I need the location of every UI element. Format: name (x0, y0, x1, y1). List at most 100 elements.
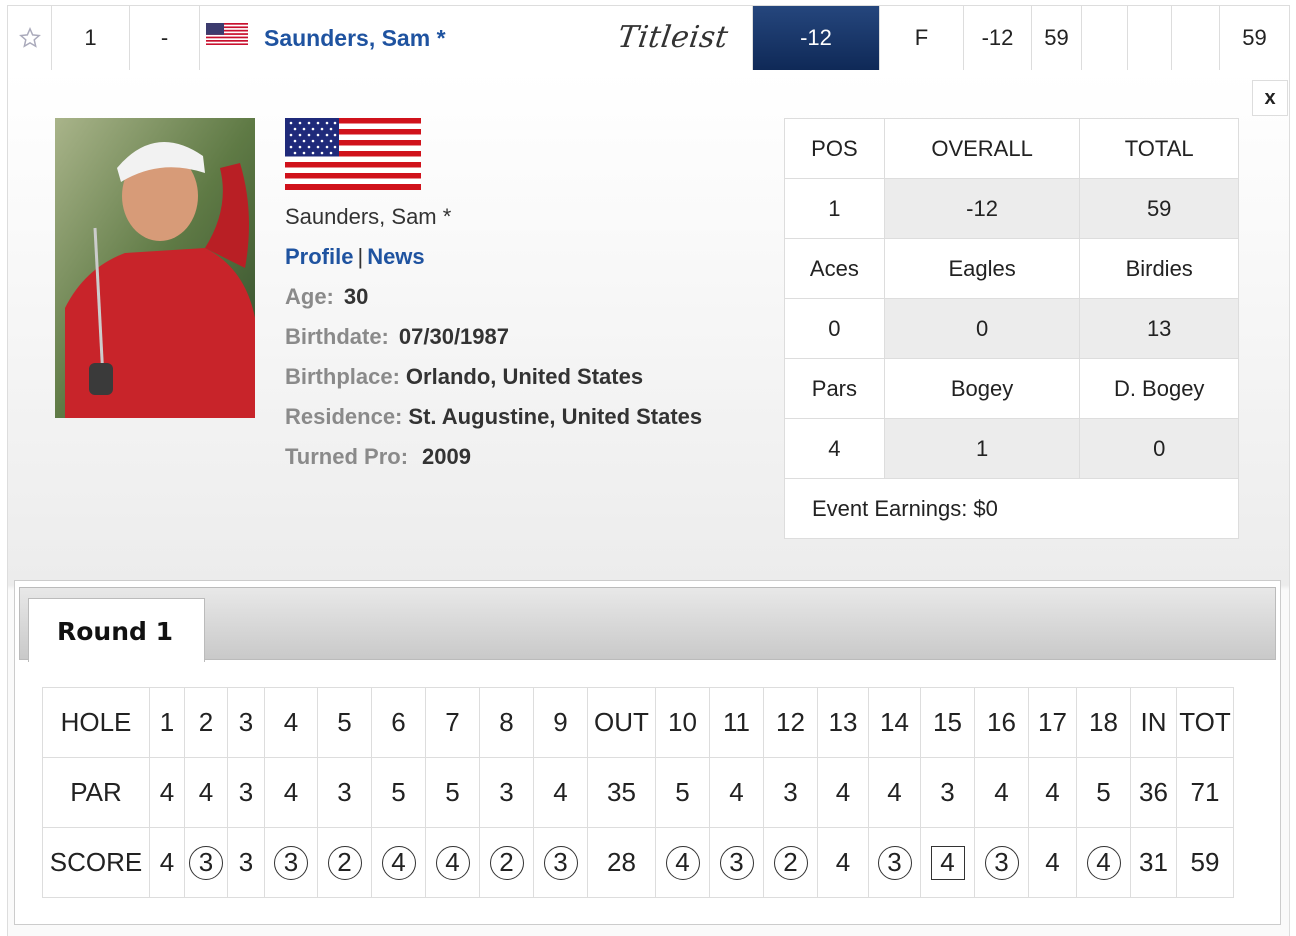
link-separator: | (357, 244, 364, 269)
score-value: 31 (1139, 847, 1168, 877)
leaderboard-row[interactable]: 1 - Saunders, Sam * Titleist -12 F -12 5… (7, 5, 1290, 71)
hole-number-cell: 14 (868, 687, 921, 758)
stat-value: 13 (1079, 298, 1239, 359)
par-cell: 4 (817, 757, 869, 828)
star-outline-icon[interactable] (18, 27, 41, 49)
score-value: 4 (835, 847, 851, 877)
tab-round-1[interactable]: Round 1 (28, 598, 205, 662)
hole-number-cell: 5 (317, 687, 372, 758)
score-value: 4 (159, 847, 175, 877)
scorecard-box: Round 1 HOLE 1 2 3 4 5 6 7 8 9 OUT 10 11 12 13 14 15 16 17… (14, 580, 1281, 925)
score-cell: 2 (479, 827, 534, 898)
sponsor-logo: Titleist (615, 20, 731, 55)
stat-header: POS (784, 118, 885, 179)
position: 1 (52, 6, 130, 70)
us-flag-icon (206, 23, 248, 45)
bio-value: St. Augustine, United States (408, 404, 703, 429)
score-cell: 4 (920, 827, 975, 898)
par-cell: 5 (425, 757, 480, 828)
bio-birthplace: Birthplace: Orlando, United States (285, 364, 643, 390)
score-cell: 3 (868, 827, 921, 898)
hole-number-cell: 6 (371, 687, 426, 758)
movement: - (130, 6, 200, 70)
par-cell: 5 (371, 757, 426, 828)
bio-age: Age: 30 (285, 284, 368, 310)
bio-value: 30 (343, 284, 369, 309)
event-earnings: Event Earnings: $0 (784, 478, 1239, 539)
bio-label: Residence: (285, 404, 403, 429)
favorite-cell[interactable] (8, 6, 52, 70)
stat-value: 4 (784, 418, 885, 479)
stat-label: Aces (784, 238, 885, 299)
stat-header: OVERALL (883, 118, 1081, 179)
score-circle-mark: 3 (984, 845, 1019, 880)
score-circle-mark: 2 (489, 845, 524, 880)
par-cell: 3 (763, 757, 818, 828)
score-circle-mark: 4 (381, 845, 416, 880)
player-cell[interactable]: Saunders, Sam * Titleist (200, 6, 753, 70)
par-cell: 71 (1176, 757, 1234, 828)
hole-number-cell: 16 (974, 687, 1029, 758)
row-label: PAR (42, 757, 150, 828)
bio-label: Turned Pro: (285, 444, 409, 469)
score-square-mark: 4 (930, 845, 965, 880)
bio-value: 2009 (422, 444, 471, 469)
hole-number-cell: 13 (817, 687, 869, 758)
hole-number-cell: 9 (533, 687, 588, 758)
news-link[interactable]: News (367, 244, 424, 269)
par-cell: 4 (184, 757, 228, 828)
score-circle-mark: 2 (773, 845, 808, 880)
total-score: 59 (1242, 25, 1267, 50)
par-cell: 5 (655, 757, 710, 828)
bio-label: Birthdate: (285, 324, 389, 349)
close-button[interactable]: x (1252, 80, 1288, 116)
bio-value: Orlando, United States (405, 364, 644, 389)
score-value: 59 (1190, 847, 1220, 877)
par-cell: 35 (587, 757, 656, 828)
score-cell: 4 (1076, 827, 1131, 898)
player-name-link[interactable]: Saunders, Sam * (264, 25, 446, 52)
score-cell: 3 (227, 827, 265, 898)
score-circle-mark: 3 (274, 845, 308, 880)
par-cell: 4 (533, 757, 588, 828)
score-cell: 2 (317, 827, 372, 898)
round-4-score (1172, 6, 1220, 70)
hole-row: HOLE 1 2 3 4 5 6 7 8 9 OUT 10 11 12 13 14 15 16 17 18 IN TOT (42, 687, 1234, 758)
par-cell: 4 (974, 757, 1029, 828)
bio-turned-pro: Turned Pro: 2009 (285, 444, 471, 470)
profile-link[interactable]: Profile (285, 244, 353, 269)
row-label: SCORE (42, 827, 150, 898)
score-cell: 3 (974, 827, 1029, 898)
score-cell: 3 (264, 827, 318, 898)
score-circle-mark: 4 (665, 845, 700, 880)
player-detail-panel: x Saunders, Sam * Profile | News Age: 30… (7, 70, 1290, 936)
to-par: -12 (753, 6, 880, 70)
stats-table: POS OVERALL TOTAL 1 -12 59 Aces Eagles B… (784, 118, 1239, 539)
par-cell: 3 (920, 757, 975, 828)
score-cell: 4 (1028, 827, 1077, 898)
stat-value: 0 (1079, 418, 1239, 479)
stat-value: -12 (883, 178, 1081, 239)
bio-value: 07/30/1987 (398, 324, 509, 349)
score-circle-mark: 4 (1086, 845, 1121, 880)
par-cell: 5 (1076, 757, 1131, 828)
score-cell: 31 (1130, 827, 1177, 898)
hole-number-cell: 10 (655, 687, 710, 758)
hole-number-cell: 8 (479, 687, 534, 758)
score-cell: 2 (763, 827, 818, 898)
stat-label: Eagles (883, 238, 1081, 299)
par-cell: 4 (264, 757, 318, 828)
score-circle-mark: 3 (189, 845, 223, 880)
hole-number-cell: 15 (920, 687, 975, 758)
hole-number-cell: 11 (709, 687, 764, 758)
score-cell: 4 (655, 827, 710, 898)
bio-residence: Residence: St. Augustine, United States (285, 404, 702, 430)
stat-label: D. Bogey (1079, 358, 1239, 419)
hole-number-cell: OUT (587, 687, 656, 758)
stat-value: 1 (883, 418, 1081, 479)
hole-number-cell: IN (1130, 687, 1177, 758)
bio-label: Birthplace: (285, 364, 400, 389)
par-cell: 4 (1028, 757, 1077, 828)
round-2-score (1082, 6, 1128, 70)
score-circle-mark: 3 (719, 845, 754, 880)
